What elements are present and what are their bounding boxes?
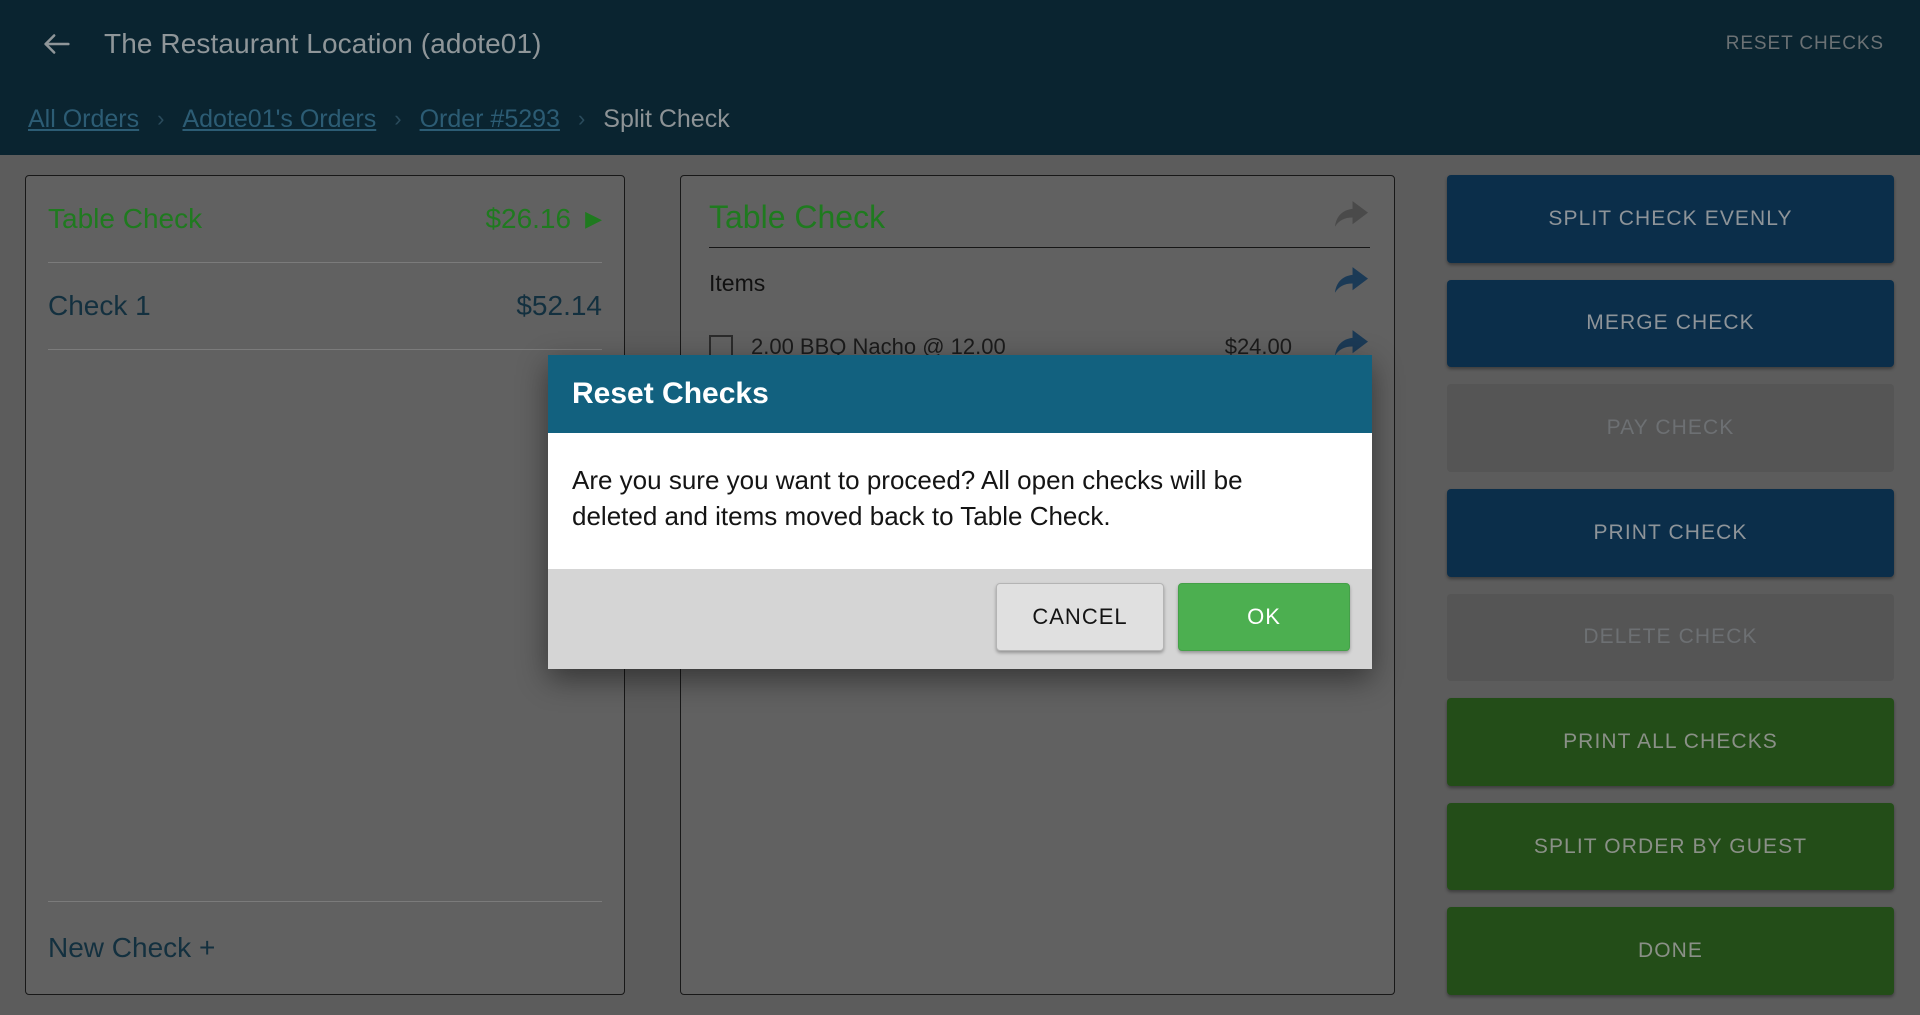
ok-button[interactable]: OK [1178,582,1350,651]
app-root: The Restaurant Location (adote01) RESET … [0,0,1920,1015]
dialog-message: Are you sure you want to proceed? All op… [572,465,1243,531]
dialog-header: Reset Checks [548,355,1372,433]
dialog-footer: CANCEL OK [548,568,1372,669]
dialog-body: Are you sure you want to proceed? All op… [548,433,1372,569]
reset-checks-dialog: Reset Checks Are you sure you want to pr… [548,355,1372,669]
cancel-button[interactable]: CANCEL [996,582,1164,651]
dialog-title: Reset Checks [572,377,769,410]
